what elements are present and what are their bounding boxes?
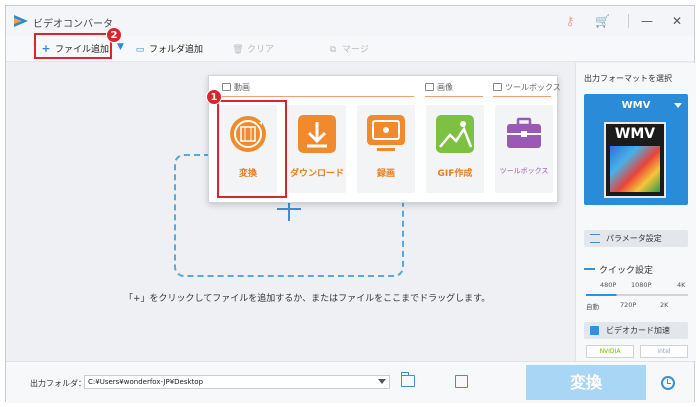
toolbox-category-icon xyxy=(493,83,502,91)
right-panel: 出力フォーマットを選択 WMV WMV パラメータ設定 クイック設定 480P … xyxy=(575,63,696,361)
close-icon[interactable]: ✕ xyxy=(670,14,684,28)
quality-480p: 480P xyxy=(600,281,617,289)
gpu-acceleration-label: ビデオカード加速 xyxy=(606,326,670,335)
minimize-icon[interactable]: — xyxy=(640,14,654,28)
download-icon xyxy=(298,115,336,153)
toolbox-icon xyxy=(507,117,541,148)
tile-toolbox-label: ツールボックス xyxy=(499,167,549,175)
parameter-settings-button[interactable]: パラメータ設定 xyxy=(584,230,688,247)
merge-icon: ⧉ xyxy=(329,45,337,55)
trash-icon: 🗑 xyxy=(232,45,244,55)
chevron-down-icon xyxy=(378,379,386,384)
output-folder-label: 出力フォルダ： xyxy=(30,379,86,388)
format-thumb-art xyxy=(610,146,660,192)
category-toolbox-label: ツールボックス xyxy=(505,83,561,92)
tile-record[interactable]: 録画 xyxy=(357,105,415,193)
app-window: ビデオコンバータ ⚷ 🛒 — ✕ + ファイル追加 ▼ ▭ フォルダ追加 🗑 クリア … xyxy=(5,5,696,403)
alarm-clock-icon[interactable] xyxy=(661,376,675,390)
add-file-highlight xyxy=(34,33,112,59)
quality-slider[interactable] xyxy=(586,294,688,296)
output-folder-select[interactable]: C:¥Users¥wonderfox-JP¥Desktop xyxy=(84,375,390,389)
step-badge-1: 1 xyxy=(206,89,222,105)
category-image-label: 画像 xyxy=(437,83,453,92)
toolbox-category-line xyxy=(493,96,551,97)
quality-720p: 720P xyxy=(620,301,637,309)
format-selector[interactable]: WMV WMV xyxy=(584,94,688,205)
quality-auto: 自動 xyxy=(586,303,599,311)
tile-gif-label: GIF作成 xyxy=(437,169,473,179)
add-folder-label: フォルダ追加 xyxy=(149,45,204,55)
tile-download[interactable]: ダウンロード xyxy=(288,105,346,193)
tile-download-label: ダウンロード xyxy=(289,169,344,179)
tile-gif[interactable]: GIF作成 xyxy=(426,105,484,193)
video-category-line xyxy=(219,96,414,97)
chip-icon xyxy=(590,326,599,335)
chevron-down-icon xyxy=(674,103,682,108)
app-title: ビデオコンバータ xyxy=(33,19,113,30)
drop-hint: 「+」をクリックしてファイルを追加するか、またはファイルをここまでドラッグします… xyxy=(124,294,491,304)
file-drop-area[interactable]: 「+」をクリックしてファイルを追加するか、またはファイルをここまでドラッグします… xyxy=(6,63,573,361)
clear-button[interactable]: 🗑 クリア xyxy=(232,42,274,55)
app-logo-icon xyxy=(14,15,28,27)
quick-settings-label: クイック設定 xyxy=(584,263,653,276)
cart-icon[interactable]: 🛒 xyxy=(595,14,610,28)
tile-toolbox[interactable]: ツールボックス xyxy=(495,105,553,193)
bottom-bar: 出力フォルダ： C:¥Users¥wonderfox-JP¥Desktop 変換 xyxy=(6,361,694,403)
category-video: 動画 xyxy=(222,82,250,93)
quality-4k: 4K xyxy=(677,281,686,289)
slider-icon xyxy=(584,268,595,270)
category-toolbox: ツールボックス xyxy=(493,82,561,93)
format-name: WMV xyxy=(621,100,651,111)
intel-badge: intel xyxy=(640,345,688,358)
category-video-label: 動画 xyxy=(234,83,250,92)
nvidia-badge: NVIDIA xyxy=(586,345,634,358)
sliders-icon xyxy=(590,234,600,243)
format-thumbnail: WMV xyxy=(604,122,666,198)
output-format-title: 出力フォーマットを選択 xyxy=(584,74,672,83)
add-file-dropdown[interactable]: ▼ xyxy=(117,42,124,52)
convert-button[interactable]: 変換 xyxy=(526,365,646,400)
video-category-icon xyxy=(222,83,231,91)
gpu-acceleration-button[interactable]: ビデオカード加速 xyxy=(584,322,688,339)
screen-record-icon xyxy=(367,115,405,151)
image-category-line xyxy=(425,96,483,97)
image-category-icon xyxy=(425,83,434,91)
output-folder-path: C:¥Users¥wonderfox-JP¥Desktop xyxy=(88,378,204,386)
quality-2k: 2K xyxy=(660,301,669,309)
chevron-down-icon: ▼ xyxy=(117,42,124,52)
merge-output-icon[interactable] xyxy=(455,375,468,388)
format-thumb-text: WMV xyxy=(614,126,656,142)
quality-1080p: 1080P xyxy=(631,281,652,289)
add-folder-button[interactable]: ▭ フォルダ追加 xyxy=(134,42,203,55)
folder-icon: ▭ xyxy=(135,45,145,55)
merge-button[interactable]: ⧉ マージ xyxy=(327,42,369,55)
key-icon[interactable]: ⚷ xyxy=(563,14,577,28)
parameter-settings-label: パラメータ設定 xyxy=(606,234,662,243)
convert-tile-highlight xyxy=(217,100,287,198)
clear-label: クリア xyxy=(247,45,275,55)
image-gif-icon xyxy=(436,115,474,153)
merge-label: マージ xyxy=(342,45,369,55)
title-divider xyxy=(628,14,629,28)
tile-record-label: 録画 xyxy=(376,169,395,179)
quick-settings-text: クイック設定 xyxy=(599,266,654,276)
open-folder-icon[interactable] xyxy=(401,372,415,387)
category-image: 画像 xyxy=(425,82,453,93)
step-badge-2: 2 xyxy=(106,27,122,43)
